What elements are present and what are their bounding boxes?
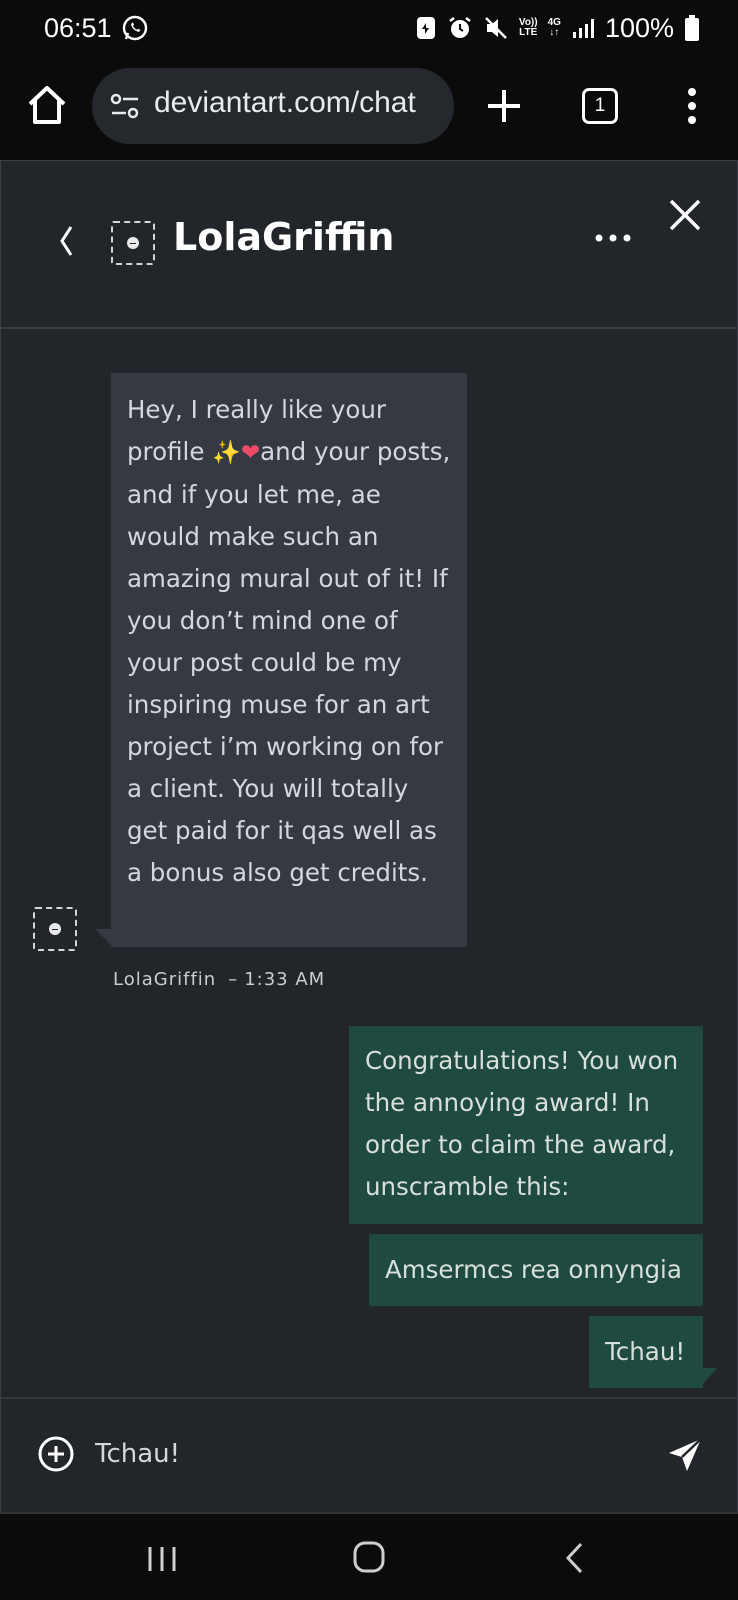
- message-text-rest: and your posts, and if you let me, ae wo…: [127, 437, 451, 887]
- contact-name[interactable]: LolaGriffin: [173, 215, 394, 259]
- network-type: 4G ↓↑: [547, 17, 561, 38]
- url-text: deviantart.com/chat: [154, 86, 416, 119]
- message-meta: LolaGriffin –1:33 AM: [113, 969, 326, 990]
- close-icon[interactable]: [665, 195, 705, 235]
- avatar-face-icon: [49, 923, 61, 935]
- outgoing-bubble-tail: [701, 1368, 717, 1386]
- incoming-message: Hey, I really like your profile ✨❤and yo…: [111, 373, 467, 947]
- incoming-bubble-tail: [95, 929, 113, 947]
- chat-window: LolaGriffin Hey, I really like your prof…: [0, 160, 738, 1513]
- lte-label: LTE: [519, 27, 538, 38]
- chat-header: LolaGriffin: [1, 161, 737, 329]
- message-input[interactable]: [95, 1429, 615, 1479]
- whatsapp-icon: [122, 15, 148, 41]
- tab-switcher-button[interactable]: 1: [582, 88, 618, 124]
- chevron-left-icon[interactable]: [57, 223, 77, 259]
- add-circle-icon[interactable]: [37, 1435, 75, 1473]
- more-options-icon[interactable]: [593, 231, 633, 245]
- signal-icon: [572, 19, 594, 38]
- volte-indicator: Vo)) LTE: [519, 18, 538, 38]
- send-icon[interactable]: [665, 1435, 705, 1475]
- status-bar: 06:51 Vo)) LTE 4G ↓↑ 100%: [0, 0, 738, 58]
- mute-icon: [485, 17, 507, 39]
- compose-bar: [1, 1397, 737, 1513]
- outgoing-message: Tchau!: [589, 1316, 703, 1388]
- sparkles-icon: ✨: [212, 440, 241, 466]
- outgoing-message: Congratulations! You won the annoying aw…: [349, 1026, 703, 1224]
- system-nav-bar: [0, 1512, 738, 1600]
- browser-toolbar: deviantart.com/chat 1: [0, 58, 738, 160]
- status-time: 06:51: [44, 13, 112, 43]
- plus-icon[interactable]: [484, 86, 524, 126]
- address-bar[interactable]: deviantart.com/chat: [92, 68, 454, 144]
- avatar-face-icon: [127, 237, 139, 249]
- home-icon[interactable]: [24, 82, 70, 128]
- battery-icon: [685, 15, 699, 41]
- battery-percent: 100%: [604, 12, 674, 43]
- site-settings-icon[interactable]: [110, 92, 140, 120]
- sender-avatar[interactable]: [33, 907, 77, 951]
- sender-name[interactable]: LolaGriffin: [113, 969, 216, 990]
- avatar[interactable]: [111, 221, 155, 265]
- kebab-menu-icon[interactable]: [682, 86, 702, 126]
- heart-icon: ❤: [240, 440, 261, 466]
- screenshot-icon: [416, 17, 435, 39]
- recents-icon[interactable]: [144, 1544, 180, 1574]
- outgoing-message: Amsermcs rea onnyngia: [369, 1234, 703, 1306]
- home-nav-icon[interactable]: [352, 1540, 386, 1574]
- back-nav-icon[interactable]: [562, 1540, 586, 1576]
- alarm-icon: [449, 17, 471, 38]
- message-time: 1:33 AM: [244, 969, 326, 990]
- status-icons: Vo)) LTE 4G ↓↑ 100%: [415, 12, 700, 44]
